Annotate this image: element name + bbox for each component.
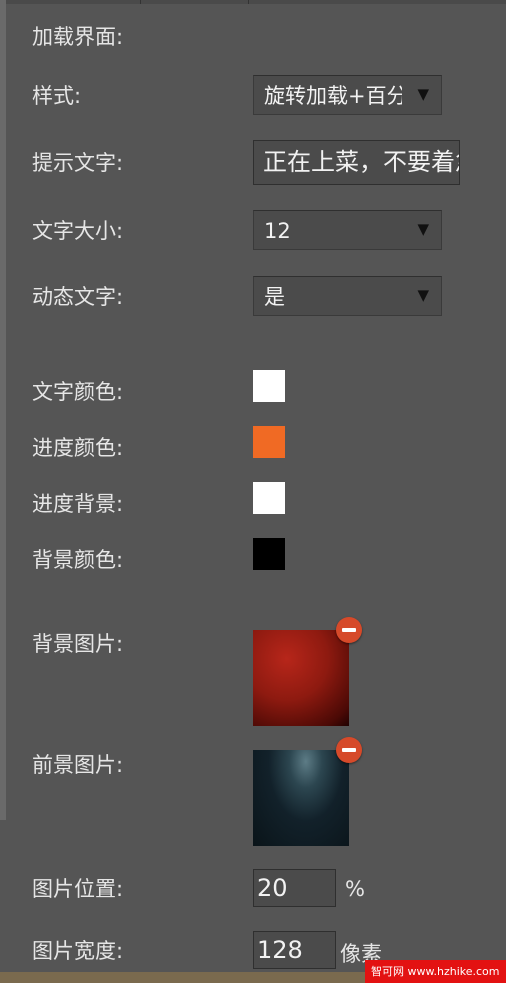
progress-color-label: 进度颜色:	[32, 436, 124, 460]
tab-strip	[0, 0, 506, 4]
scrollbar-track[interactable]	[0, 0, 6, 820]
background-image-label: 背景图片:	[32, 632, 124, 656]
bottom-strip	[0, 972, 365, 983]
chevron-down-icon[interactable]: ▼	[417, 220, 429, 238]
dynamic-text-label: 动态文字:	[32, 285, 124, 309]
tab-separator	[248, 0, 249, 4]
dynamic-text-select-value: 是	[264, 285, 285, 309]
image-width-input[interactable]: 128	[253, 931, 336, 969]
text-size-select-value: 12	[264, 219, 291, 243]
tab-separator	[140, 0, 141, 4]
foreground-image-thumbnail[interactable]	[253, 750, 349, 846]
text-size-label: 文字大小:	[32, 219, 124, 243]
dynamic-text-select[interactable]: 是 ▼	[253, 276, 442, 316]
image-position-label: 图片位置:	[32, 877, 124, 901]
loading-ui-label: 加载界面:	[32, 25, 124, 49]
progress-background-swatch[interactable]	[253, 482, 285, 514]
image-position-unit: %	[345, 877, 365, 901]
progress-background-label: 进度背景:	[32, 492, 124, 516]
hint-text-label: 提示文字:	[32, 151, 124, 175]
style-select-value: 旋转加载+百分比	[264, 84, 402, 108]
chevron-down-icon[interactable]: ▼	[417, 85, 429, 103]
background-color-label: 背景颜色:	[32, 548, 124, 572]
loading-settings-panel: 加载界面: 样式: 旋转加载+百分比 ▼ 提示文字: 正在上菜，不要着急 文字大…	[0, 0, 506, 983]
text-color-swatch[interactable]	[253, 370, 285, 402]
remove-foreground-image-icon[interactable]	[336, 737, 362, 763]
background-image-thumbnail[interactable]	[253, 630, 349, 726]
style-label: 样式:	[32, 84, 82, 108]
site-watermark: 智可网 www.hzhike.com	[365, 960, 506, 983]
chevron-down-icon[interactable]: ▼	[417, 286, 429, 304]
text-color-label: 文字颜色:	[32, 380, 124, 404]
background-color-swatch[interactable]	[253, 538, 285, 570]
text-size-select[interactable]: 12 ▼	[253, 210, 442, 250]
foreground-image-label: 前景图片:	[32, 753, 124, 777]
style-select[interactable]: 旋转加载+百分比 ▼	[253, 75, 442, 115]
progress-color-swatch[interactable]	[253, 426, 285, 458]
remove-background-image-icon[interactable]	[336, 617, 362, 643]
image-width-label: 图片宽度:	[32, 939, 124, 963]
image-position-input[interactable]: 20	[253, 869, 336, 907]
hint-text-input[interactable]: 正在上菜，不要着急	[253, 140, 460, 185]
